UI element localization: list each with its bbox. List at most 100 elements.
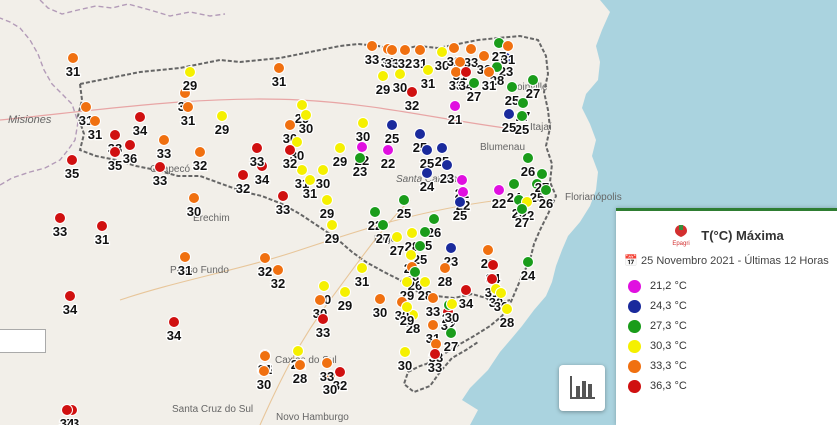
station-marker[interactable]: 35 — [64, 154, 80, 182]
station-marker[interactable]: 34 — [166, 316, 183, 344]
station-dot[interactable] — [89, 115, 101, 127]
station-dot[interactable] — [482, 244, 494, 256]
station-dot[interactable] — [124, 139, 136, 151]
station-marker[interactable]: 28 — [292, 359, 308, 387]
station-dot[interactable] — [321, 194, 333, 206]
station-dot[interactable] — [317, 164, 329, 176]
station-dot[interactable] — [454, 56, 466, 68]
station-dot[interactable] — [259, 252, 271, 264]
station-dot[interactable] — [508, 178, 520, 190]
station-dot[interactable] — [527, 74, 539, 86]
station-dot[interactable] — [314, 294, 326, 306]
station-dot[interactable] — [398, 194, 410, 206]
station-marker[interactable]: 30 — [372, 293, 388, 321]
station-dot[interactable] — [483, 66, 495, 78]
station-dot[interactable] — [273, 62, 285, 74]
station-dot[interactable] — [67, 52, 79, 64]
station-dot[interactable] — [429, 348, 441, 360]
station-marker[interactable]: 27 — [389, 231, 405, 259]
station-dot[interactable] — [445, 327, 457, 339]
station-dot[interactable] — [406, 86, 418, 98]
station-marker[interactable]: 32 — [404, 86, 420, 114]
station-marker[interactable]: 31 — [65, 52, 81, 80]
station-marker[interactable]: 36 — [122, 139, 138, 167]
station-dot[interactable] — [96, 220, 108, 232]
station-marker[interactable]: 25 — [514, 110, 530, 138]
station-marker[interactable]: 29 — [337, 286, 353, 314]
station-marker[interactable]: 34 — [458, 284, 475, 312]
station-marker[interactable]: 22 — [491, 184, 507, 212]
station-marker[interactable]: 31 — [87, 115, 103, 143]
station-dot[interactable] — [154, 161, 166, 173]
station-dot[interactable] — [356, 262, 368, 274]
station-dot[interactable] — [503, 108, 515, 120]
station-dot[interactable] — [318, 280, 330, 292]
station-marker[interactable]: 31 — [500, 40, 516, 68]
station-dot[interactable] — [216, 110, 228, 122]
station-marker[interactable]: 32 — [282, 144, 298, 172]
station-marker[interactable]: 23 — [439, 159, 455, 187]
station-marker[interactable]: 26 — [538, 184, 554, 212]
station-dot[interactable] — [382, 144, 394, 156]
station-dot[interactable] — [502, 40, 514, 52]
station-dot[interactable] — [536, 168, 548, 180]
station-marker[interactable]: 31 — [420, 64, 436, 92]
station-marker[interactable]: 25 — [384, 119, 400, 147]
station-dot[interactable] — [421, 144, 433, 156]
station-dot[interactable] — [540, 184, 552, 196]
station-dot[interactable] — [184, 66, 196, 78]
station-marker[interactable]: 21 — [447, 100, 463, 128]
station-dot[interactable] — [334, 366, 346, 378]
station-dot[interactable] — [339, 286, 351, 298]
station-dot[interactable] — [460, 284, 472, 296]
station-marker[interactable]: 27 — [525, 74, 541, 102]
station-marker[interactable]: 29 — [182, 66, 198, 94]
station-marker[interactable]: 31 — [94, 220, 110, 248]
station-dot[interactable] — [449, 100, 461, 112]
station-dot[interactable] — [296, 99, 308, 111]
station-marker[interactable]: 33 — [275, 190, 291, 218]
station-dot[interactable] — [188, 192, 200, 204]
station-marker[interactable]: 27 — [443, 327, 459, 355]
station-dot[interactable] — [441, 159, 453, 171]
station-marker[interactable]: 30 — [392, 68, 408, 96]
station-dot[interactable] — [237, 169, 249, 181]
station-dot[interactable] — [430, 338, 442, 350]
station-dot[interactable] — [317, 313, 329, 325]
station-marker[interactable]: 29 — [324, 219, 340, 247]
station-marker[interactable]: 27 — [375, 219, 391, 247]
station-dot[interactable] — [377, 219, 389, 231]
station-dot[interactable] — [487, 259, 499, 271]
station-marker[interactable]: 29 — [399, 301, 415, 329]
station-marker[interactable]: 30 — [315, 164, 331, 192]
station-dot[interactable] — [54, 212, 66, 224]
station-marker[interactable]: 25 — [504, 81, 520, 109]
station-marker[interactable]: 28 — [437, 262, 453, 290]
station-dot[interactable] — [158, 134, 170, 146]
station-dot[interactable] — [427, 292, 439, 304]
station-dot[interactable] — [399, 346, 411, 358]
station-marker[interactable]: 26 — [520, 152, 536, 180]
station-marker[interactable]: 35 — [107, 146, 123, 174]
station-marker[interactable]: 30 — [256, 365, 272, 393]
station-marker[interactable]: 31 — [354, 262, 370, 290]
station-marker[interactable]: 25 — [501, 108, 517, 136]
station-marker[interactable]: 33 — [52, 212, 68, 240]
station-marker[interactable]: 31 — [271, 62, 287, 90]
station-dot[interactable] — [406, 227, 418, 239]
station-marker[interactable]: 31 — [180, 101, 196, 129]
station-dot[interactable] — [296, 164, 308, 176]
station-dot[interactable] — [321, 357, 333, 369]
station-marker[interactable]: 28 — [499, 303, 515, 331]
station-marker[interactable]: 33 — [319, 357, 335, 385]
station-dot[interactable] — [419, 226, 431, 238]
station-marker[interactable]: 29 — [375, 70, 391, 98]
station-dot[interactable] — [448, 42, 460, 54]
station-dot[interactable] — [109, 129, 121, 141]
station-marker[interactable]: 31 — [177, 251, 193, 279]
station-marker[interactable]: 32 — [192, 146, 208, 174]
station-dot[interactable] — [284, 144, 296, 156]
station-marker[interactable]: 30 — [355, 117, 371, 145]
station-dot[interactable] — [401, 276, 413, 288]
station-dot[interactable] — [495, 287, 507, 299]
